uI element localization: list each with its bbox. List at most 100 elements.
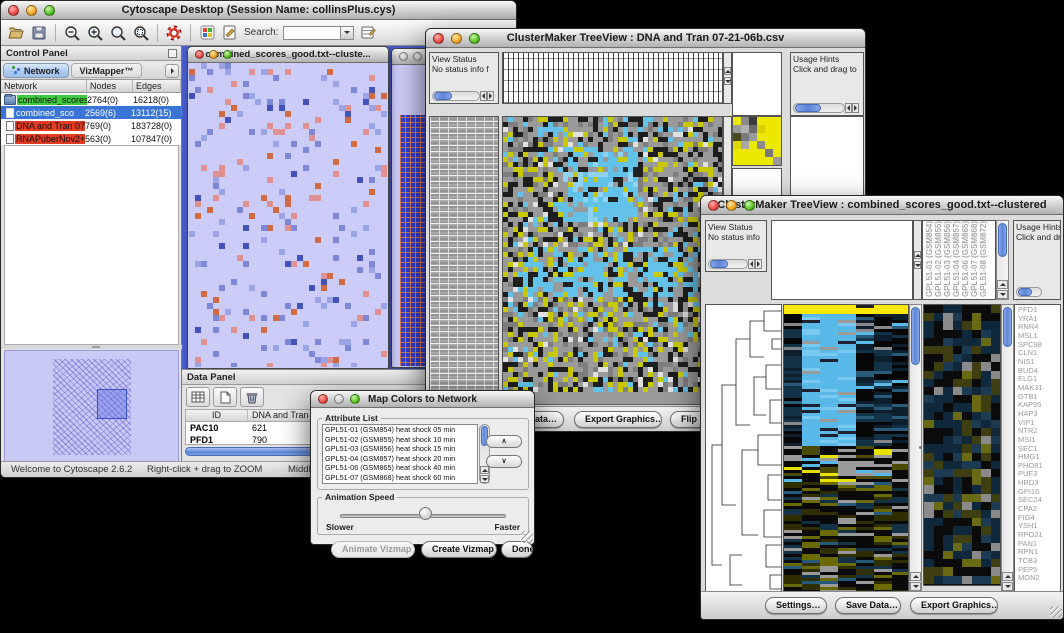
close-button[interactable] — [318, 394, 328, 404]
tv1-row-dendrogram[interactable] — [429, 116, 499, 405]
scroll-thumb[interactable] — [998, 223, 1007, 257]
tv1-col-scroll-strip[interactable] — [723, 52, 732, 104]
column-label[interactable]: GPL51-06 (GSM865) — [962, 221, 970, 297]
close-button[interactable] — [195, 50, 204, 59]
treeview1-titlebar[interactable]: ClusterMaker TreeView : DNA and Tran 07-… — [426, 29, 865, 48]
tv2-global-heatmap[interactable] — [783, 304, 909, 592]
attribute-list-item[interactable]: GPL51-02 (GSM855) heat shock 10 min — [325, 435, 477, 445]
close-button[interactable] — [708, 200, 719, 211]
tv1-zoom-heatmap[interactable] — [732, 116, 782, 166]
network-table-row[interactable]: combined_sco 2569(6) 13112(15) — [1, 106, 181, 119]
export-graphics-button[interactable]: Export Graphics… — [910, 597, 998, 614]
tv2-zoom-scrollbar[interactable] — [1001, 304, 1014, 592]
gene-label[interactable]: MON2 — [1018, 574, 1060, 583]
network-table-row[interactable]: RNAPuberNov2+ 563(0) 107847(0) — [1, 132, 181, 145]
zoom-button[interactable] — [223, 50, 232, 59]
zoom-fit-icon[interactable] — [109, 24, 127, 42]
tv2-row-dendrogram[interactable] — [705, 304, 782, 592]
zoom-out-icon[interactable] — [63, 24, 81, 42]
vizmapper-icon[interactable] — [198, 24, 216, 42]
save-icon[interactable] — [30, 24, 48, 42]
network-window-1-titlebar[interactable]: combined_scores_good.txt--cluste... — [188, 47, 388, 63]
tv2-column-tree-area[interactable] — [771, 220, 913, 300]
main-titlebar[interactable]: Cytoscape Desktop (Session Name: collins… — [1, 1, 516, 20]
column-label[interactable]: GPL51-07 (GSM868) — [971, 221, 979, 297]
help-lifesaver-icon[interactable] — [165, 24, 183, 42]
tv2-status-scrollbar[interactable] — [708, 259, 762, 269]
minimize-button[interactable] — [451, 33, 462, 44]
network-view-window-1[interactable]: combined_scores_good.txt--cluste... — [187, 46, 389, 369]
attribute-list-scrollbar[interactable] — [479, 424, 490, 484]
move-down-button[interactable]: ∨ — [486, 455, 522, 468]
animate-vizmap-button[interactable]: Animate Vizmap — [331, 541, 415, 558]
scroll-thumb[interactable] — [1018, 288, 1032, 296]
attribute-list[interactable]: GPL51-01 (GSM854) heat shock 05 minGPL51… — [322, 424, 478, 484]
network-overview-panel[interactable] — [4, 350, 179, 462]
tv1-main-heatmap[interactable] — [502, 116, 723, 405]
splitter-dot[interactable] — [919, 446, 922, 449]
tv2-col-scroll-strip[interactable] — [913, 220, 922, 300]
tv1-hints-scrollbar[interactable] — [793, 103, 859, 113]
search-dropdown-icon[interactable] — [341, 26, 354, 40]
network-table-row[interactable]: combined_scores 2764(0) 16218(0) — [1, 93, 181, 106]
attribute-list-item[interactable]: GPL51-06 (GSM865) heat shock 40 min — [325, 463, 477, 473]
column-label[interactable]: GPL51-04 (GSM857) — [953, 221, 961, 297]
minimize-button[interactable] — [726, 200, 737, 211]
save-data-button[interactable]: Save Data… — [835, 597, 901, 614]
more-tabs-arrow[interactable] — [165, 64, 179, 78]
tv1-status-scrollbar[interactable] — [432, 91, 494, 101]
scroll-thumb[interactable] — [911, 307, 920, 365]
tab-vizmapper[interactable]: VizMapper™ — [71, 63, 143, 78]
close-button[interactable] — [399, 52, 408, 61]
tab-network[interactable]: Network — [3, 63, 69, 78]
tv1-column-dendrogram[interactable] — [502, 52, 723, 104]
network-view-1-canvas[interactable] — [189, 63, 387, 367]
zoom-button[interactable] — [350, 394, 360, 404]
close-button[interactable] — [433, 33, 444, 44]
map-dialog-titlebar[interactable]: Map Colors to Network — [311, 391, 534, 408]
select-attributes-icon[interactable] — [186, 387, 210, 407]
attribute-list-item[interactable]: GPL51-01 (GSM854) heat shock 05 min — [325, 425, 477, 435]
overview-viewport-rect[interactable] — [97, 389, 127, 419]
close-button[interactable] — [8, 5, 19, 16]
export-graphics-button[interactable]: Export Graphics… — [574, 411, 662, 428]
panel-splitter[interactable] — [1, 345, 182, 349]
minimize-button[interactable] — [209, 50, 218, 59]
network-table-row[interactable]: DNA and Tran 07 769(0) 183728(0) — [1, 119, 181, 132]
new-attribute-icon[interactable] — [213, 387, 237, 407]
network-table-header[interactable]: Network Nodes Edges — [1, 80, 181, 93]
attribute-list-item[interactable]: GPL51-07 (GSM868) heat shock 60 min — [325, 473, 477, 483]
search-input[interactable] — [283, 26, 341, 40]
create-vizmap-button[interactable]: Create Vizmap — [421, 541, 497, 558]
attribute-editor-icon[interactable] — [359, 24, 377, 42]
attribute-list-item[interactable]: GPL51-04 (GSM857) heat shock 20 min — [325, 454, 477, 464]
column-label[interactable]: GPL51-03 (GSM856) — [944, 221, 952, 297]
zoom-button[interactable] — [744, 200, 755, 211]
tv2-hints-scrollbar[interactable] — [1016, 287, 1056, 297]
move-up-button[interactable]: ∧ — [486, 435, 522, 448]
delete-attribute-icon[interactable] — [240, 387, 264, 407]
resize-grip[interactable] — [1050, 606, 1062, 618]
minimize-button[interactable] — [413, 52, 422, 61]
column-label[interactable]: GPL51-01 (GSM854) — [926, 221, 934, 297]
zoom-selected-icon[interactable] — [132, 24, 150, 42]
scroll-thumb[interactable] — [1003, 307, 1012, 347]
zoom-button[interactable] — [44, 5, 55, 16]
scroll-thumb[interactable] — [795, 104, 821, 112]
open-file-icon[interactable] — [7, 24, 25, 42]
float-panel-icon[interactable] — [168, 49, 177, 58]
scroll-thumb[interactable] — [710, 260, 728, 268]
settings-button[interactable]: Settings… — [765, 597, 827, 614]
zoom-button[interactable] — [469, 33, 480, 44]
scroll-thumb[interactable] — [434, 92, 452, 100]
column-label[interactable]: GPL51-02 (GSM855) — [935, 221, 943, 297]
slider-thumb[interactable] — [419, 507, 432, 520]
minimize-button[interactable] — [26, 5, 37, 16]
column-label[interactable]: GPL51-08 (GSM872) — [980, 221, 988, 297]
tv2-zoom-heatmap[interactable] — [923, 304, 1001, 586]
treeview2-titlebar[interactable]: ClusterMaker TreeView : combined_scores_… — [701, 196, 1063, 215]
tv2-collabel-scrollbar[interactable] — [996, 220, 1009, 300]
attribute-list-item[interactable]: GPL51-03 (GSM856) heat shock 15 min — [325, 444, 477, 454]
minimize-button[interactable] — [334, 394, 344, 404]
done-button[interactable]: Done — [501, 541, 533, 558]
